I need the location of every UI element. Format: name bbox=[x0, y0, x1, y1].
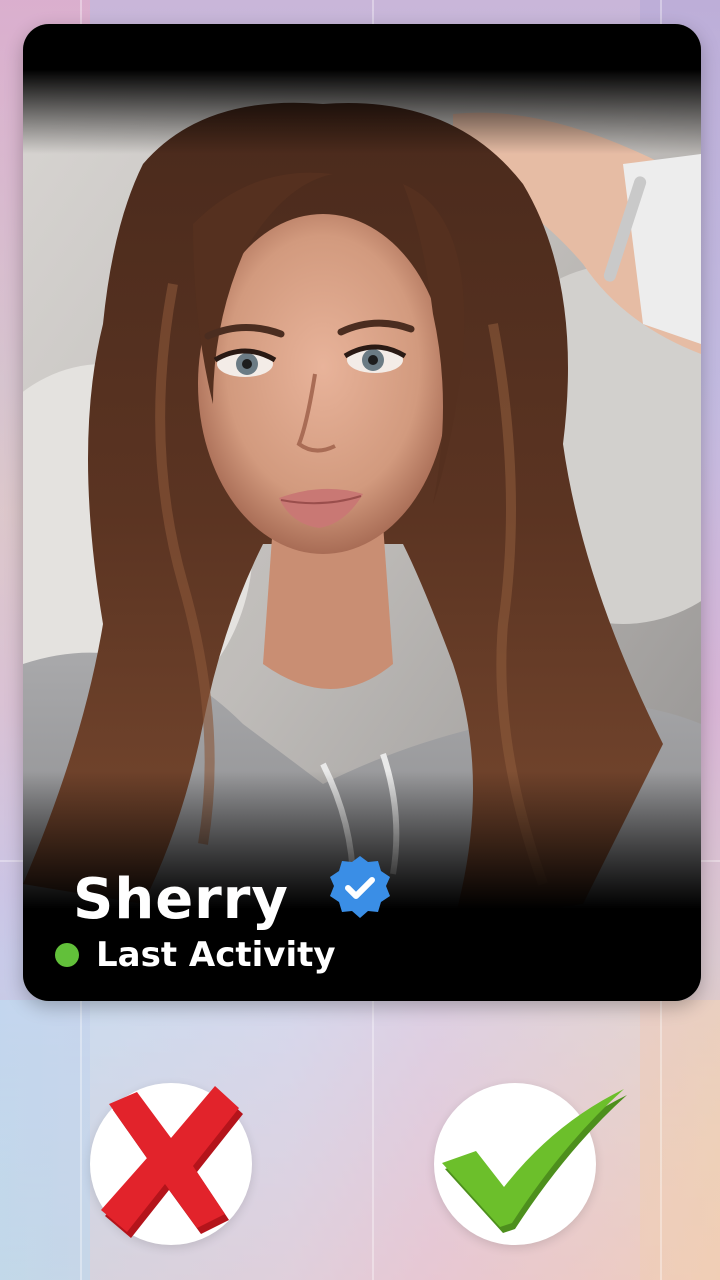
card-top-shade bbox=[23, 24, 701, 154]
red-x-icon bbox=[101, 1086, 243, 1238]
reject-button[interactable] bbox=[90, 1083, 252, 1245]
activity-status-label: Last Activity bbox=[96, 935, 336, 975]
verified-badge-icon bbox=[330, 856, 390, 918]
accept-button[interactable] bbox=[434, 1083, 627, 1245]
profile-name: Sherry bbox=[73, 867, 289, 932]
activity-status: Last Activity bbox=[55, 930, 336, 980]
online-indicator bbox=[55, 943, 79, 967]
green-check-icon bbox=[442, 1089, 627, 1233]
app-screen: Sherry Last Activity bbox=[0, 0, 720, 1280]
profile-card[interactable]: Sherry Last Activity bbox=[23, 24, 701, 1001]
